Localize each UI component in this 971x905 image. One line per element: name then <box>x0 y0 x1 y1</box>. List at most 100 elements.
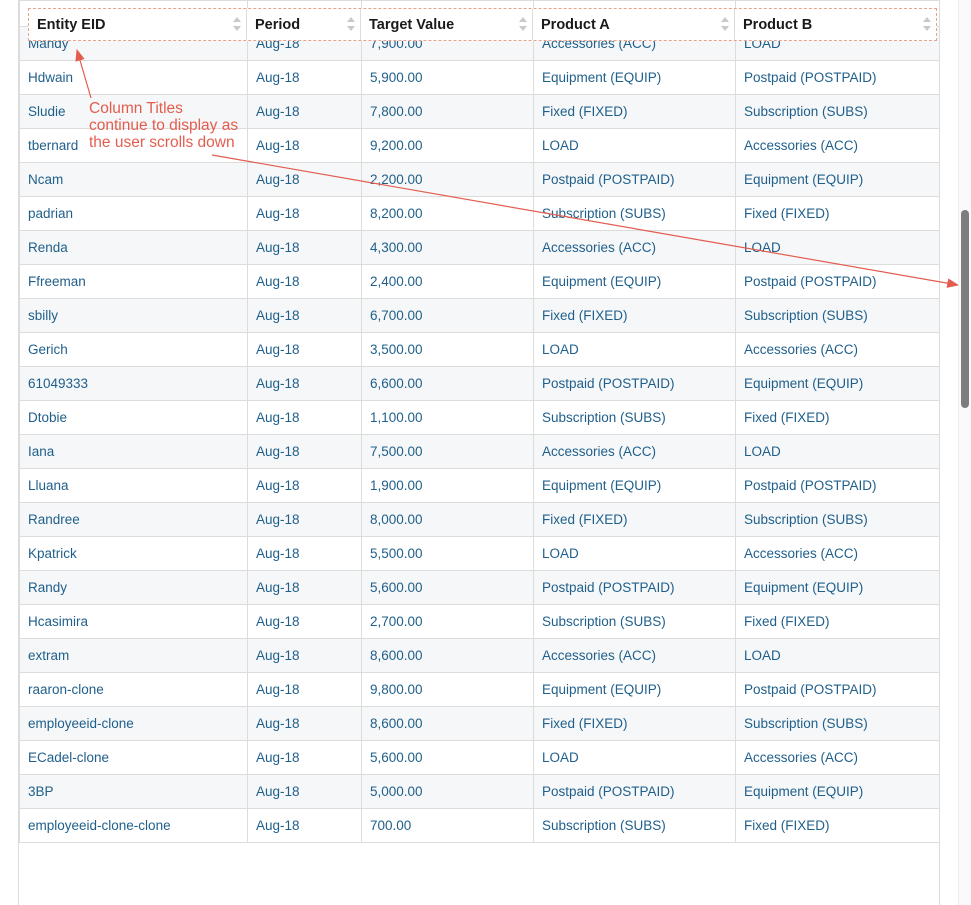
cell-period: Aug-18 <box>247 60 362 95</box>
table-row[interactable]: 61049333 Aug-18 6,600.00 Postpaid (POSTPAID… <box>19 366 939 401</box>
cell-period: Aug-18 <box>247 774 362 809</box>
cell-entity-eid: 61049333 <box>19 366 248 401</box>
cell-product-a: Equipment (EQUIP) <box>533 672 736 707</box>
column-header-label: Product A <box>541 16 610 33</box>
column-header-product-a[interactable]: Product A <box>533 9 735 40</box>
table-row[interactable]: Randree Aug-18 8,000.00 Fixed (FIXED) Subscr… <box>19 502 939 537</box>
cell-period: Aug-18 <box>247 570 362 605</box>
cell-target-value: 7,500.00 <box>361 434 534 469</box>
table-row[interactable]: Dtobie Aug-18 1,100.00 Subscription (SUBS) F… <box>19 400 939 435</box>
cell-period: Aug-18 <box>247 230 362 265</box>
cell-entity-eid: Hcasimira <box>19 604 248 639</box>
scrollbar-thumb[interactable] <box>961 210 969 408</box>
cell-entity-eid: employeeid-clone-clone <box>19 808 248 843</box>
cell-product-a: LOAD <box>533 332 736 367</box>
cell-product-a: Fixed (FIXED) <box>533 94 736 129</box>
cell-target-value: 6,600.00 <box>361 366 534 401</box>
cell-product-b: Equipment (EQUIP) <box>735 570 939 605</box>
table-row[interactable]: raaron-clone Aug-18 9,800.00 Equipment (EQU… <box>19 672 939 707</box>
cell-product-b: Postpaid (POSTPAID) <box>735 60 939 95</box>
cell-product-b: Equipment (EQUIP) <box>735 774 939 809</box>
cell-period: Aug-18 <box>247 298 362 333</box>
cell-product-a: Postpaid (POSTPAID) <box>533 366 736 401</box>
table-row[interactable]: 3BP Aug-18 5,000.00 Postpaid (POSTPAID) Equi… <box>19 774 939 809</box>
table-row[interactable]: Randy Aug-18 5,600.00 Postpaid (POSTPAID) Eq… <box>19 570 939 605</box>
cell-target-value: 9,800.00 <box>361 672 534 707</box>
table-row[interactable]: employeeid-clone-clone Aug-18 700.00 Subscr… <box>19 808 939 843</box>
sort-icon[interactable] <box>720 17 729 31</box>
cell-product-b: Fixed (FIXED) <box>735 808 939 843</box>
cell-target-value: 700.00 <box>361 808 534 843</box>
column-header-product-b[interactable]: Product B <box>735 9 936 40</box>
table-row[interactable]: Kpatrick Aug-18 5,500.00 LOAD Accessories (A… <box>19 536 939 571</box>
table-row[interactable]: Renda Aug-18 4,300.00 Accessories (ACC) LOAD <box>19 230 939 265</box>
cell-period: Aug-18 <box>247 264 362 299</box>
sort-icon[interactable] <box>346 17 355 31</box>
cell-target-value: 1,900.00 <box>361 468 534 503</box>
cell-target-value: 8,600.00 <box>361 706 534 741</box>
cell-product-a: LOAD <box>533 128 736 163</box>
cell-target-value: 5,500.00 <box>361 536 534 571</box>
cell-product-a: LOAD <box>533 740 736 775</box>
cell-target-value: 7,800.00 <box>361 94 534 129</box>
cell-period: Aug-18 <box>247 468 362 503</box>
table-row[interactable]: ECadel-clone Aug-18 5,600.00 LOAD Accessorie… <box>19 740 939 775</box>
cell-product-b: Equipment (EQUIP) <box>735 366 939 401</box>
cell-product-b: Postpaid (POSTPAID) <box>735 468 939 503</box>
cell-period: Aug-18 <box>247 94 362 129</box>
cell-period: Aug-18 <box>247 366 362 401</box>
table-row[interactable]: Gerich Aug-18 3,500.00 LOAD Accessories (ACC… <box>19 332 939 367</box>
cell-product-b: Accessories (ACC) <box>735 536 939 571</box>
cell-entity-eid: Lluana <box>19 468 248 503</box>
cell-target-value: 5,000.00 <box>361 774 534 809</box>
table-row[interactable]: Hdwain Aug-18 5,900.00 Equipment (EQUIP) Pos… <box>19 60 939 95</box>
cell-product-b: Accessories (ACC) <box>735 332 939 367</box>
cell-product-a: Postpaid (POSTPAID) <box>533 570 736 605</box>
cell-entity-eid: sbilly <box>19 298 248 333</box>
sort-icon[interactable] <box>922 17 931 31</box>
table-row[interactable]: extram Aug-18 8,600.00 Accessories (ACC) LOA… <box>19 638 939 673</box>
cell-product-b: Equipment (EQUIP) <box>735 162 939 197</box>
cell-entity-eid: extram <box>19 638 248 673</box>
column-header-period[interactable]: Period <box>247 9 361 40</box>
cell-period: Aug-18 <box>247 128 362 163</box>
cell-product-a: Accessories (ACC) <box>533 230 736 265</box>
cell-target-value: 8,600.00 <box>361 638 534 673</box>
cell-entity-eid: Kpatrick <box>19 536 248 571</box>
table-row[interactable]: Ffreeman Aug-18 2,400.00 Equipment (EQUIP) P… <box>19 264 939 299</box>
cell-product-a: Accessories (ACC) <box>533 638 736 673</box>
column-header-target-value[interactable]: Target Value <box>361 9 533 40</box>
cell-period: Aug-18 <box>247 536 362 571</box>
annotation-callout-text: Column Titles continue to display as the… <box>89 100 239 151</box>
column-header-entity-eid[interactable]: Entity EID <box>29 9 247 40</box>
table-row[interactable]: Hcasimira Aug-18 2,700.00 Subscription (SUB… <box>19 604 939 639</box>
cell-period: Aug-18 <box>247 162 362 197</box>
cell-period: Aug-18 <box>247 400 362 435</box>
cell-target-value: 8,000.00 <box>361 502 534 537</box>
sort-icon[interactable] <box>518 17 527 31</box>
cell-entity-eid: Ncam <box>19 162 248 197</box>
cell-product-b: LOAD <box>735 638 939 673</box>
table-row[interactable]: Lluana Aug-18 1,900.00 Equipment (EQUIP) Pos… <box>19 468 939 503</box>
cell-target-value: 2,200.00 <box>361 162 534 197</box>
sort-icon[interactable] <box>232 17 241 31</box>
cell-entity-eid: raaron-clone <box>19 672 248 707</box>
table-row[interactable]: padrian Aug-18 8,200.00 Subscription (SUBS)… <box>19 196 939 231</box>
table-row[interactable]: Iana Aug-18 7,500.00 Accessories (ACC) LOAD <box>19 434 939 469</box>
cell-entity-eid: Iana <box>19 434 248 469</box>
cell-target-value: 5,600.00 <box>361 740 534 775</box>
table-row[interactable]: Ncam Aug-18 2,200.00 Postpaid (POSTPAID) Equ… <box>19 162 939 197</box>
cell-target-value: 6,700.00 <box>361 298 534 333</box>
cell-product-a: Postpaid (POSTPAID) <box>533 774 736 809</box>
cell-period: Aug-18 <box>247 706 362 741</box>
cell-product-b: Subscription (SUBS) <box>735 298 939 333</box>
cell-product-a: Equipment (EQUIP) <box>533 264 736 299</box>
cell-product-b: Postpaid (POSTPAID) <box>735 264 939 299</box>
table-row[interactable]: employeeid-clone Aug-18 8,600.00 Fixed (FIX… <box>19 706 939 741</box>
cell-target-value: 5,900.00 <box>361 60 534 95</box>
table-row[interactable]: sbilly Aug-18 6,700.00 Fixed (FIXED) Subscri… <box>19 298 939 333</box>
cell-period: Aug-18 <box>247 808 362 843</box>
scrollbar-track[interactable] <box>958 0 971 905</box>
cell-entity-eid: Ffreeman <box>19 264 248 299</box>
cell-target-value: 9,200.00 <box>361 128 534 163</box>
